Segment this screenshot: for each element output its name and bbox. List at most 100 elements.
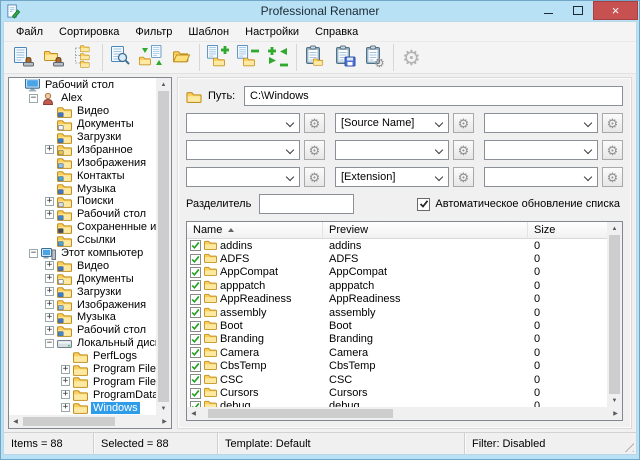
row-checkbox[interactable]: [190, 361, 201, 372]
menu-item-4[interactable]: Шаблон: [180, 23, 237, 41]
refresh-list-button[interactable]: [136, 44, 166, 72]
row-checkbox[interactable]: [190, 334, 201, 345]
menu-item-3[interactable]: Фильтр: [127, 23, 180, 41]
tree-item[interactable]: Контакты: [9, 169, 156, 182]
table-row[interactable]: CameraCamera0: [187, 346, 607, 359]
table-row[interactable]: AppCompatAppCompat0: [187, 266, 607, 279]
rule-settings-button[interactable]: ⚙: [453, 140, 474, 160]
tree-item[interactable]: +Поиски: [9, 195, 156, 208]
tree-hscroll-thumb[interactable]: [23, 417, 115, 426]
tree-item[interactable]: Музыка: [9, 182, 156, 195]
remove-items-button[interactable]: [233, 44, 263, 72]
auto-update-checkbox[interactable]: Автоматическое обновление списка: [417, 198, 620, 211]
row-checkbox[interactable]: [190, 321, 201, 332]
table-row[interactable]: CSCCSC0: [187, 373, 607, 386]
tree-vscroll-thumb[interactable]: [158, 91, 169, 402]
tree-item[interactable]: −Этот компьютер: [9, 247, 156, 260]
tree-item[interactable]: +Program Files (x86): [9, 375, 156, 388]
expand-plus-icon[interactable]: +: [45, 197, 54, 206]
rule-settings-button[interactable]: ⚙: [304, 167, 325, 187]
tree-item[interactable]: +Рабочий стол: [9, 324, 156, 337]
row-checkbox[interactable]: [190, 307, 201, 318]
rule-settings-button[interactable]: ⚙: [602, 140, 623, 160]
collapse-minus-icon[interactable]: −: [45, 339, 54, 348]
row-checkbox[interactable]: [190, 347, 201, 358]
settings-button[interactable]: ⚙: [397, 44, 427, 72]
tree-item[interactable]: +Изображения: [9, 298, 156, 311]
rule-combo[interactable]: [335, 140, 449, 160]
list-horizontal-scrollbar[interactable]: ◀ ▶: [187, 407, 622, 420]
tree-item[interactable]: +Избранное: [9, 143, 156, 156]
rule-combo[interactable]: [484, 167, 598, 187]
preview-document-button[interactable]: [106, 44, 136, 72]
list-settings-button[interactable]: ⚙: [360, 44, 390, 72]
menu-item-1[interactable]: Файл: [8, 23, 51, 41]
save-list-button[interactable]: [330, 44, 360, 72]
expand-plus-icon[interactable]: +: [61, 390, 70, 399]
list-vscroll-thumb[interactable]: [609, 235, 620, 394]
expand-plus-icon[interactable]: +: [45, 326, 54, 335]
tree-item[interactable]: Изображения: [9, 156, 156, 169]
tree-item[interactable]: Ссылки: [9, 234, 156, 247]
list-hscroll-thumb[interactable]: [208, 409, 393, 418]
rule-settings-button[interactable]: ⚙: [453, 113, 474, 133]
tree-item[interactable]: +Рабочий стол: [9, 208, 156, 221]
tree-item[interactable]: +Загрузки: [9, 285, 156, 298]
scroll-right-icon[interactable]: ▶: [609, 407, 622, 420]
expand-plus-icon[interactable]: +: [45, 287, 54, 296]
list-vertical-scrollbar[interactable]: ▲ ▼: [607, 222, 622, 407]
process-subfolders-button[interactable]: [69, 44, 99, 72]
scroll-left-icon[interactable]: ◀: [9, 415, 22, 428]
table-row[interactable]: ADFSADFS0: [187, 252, 607, 265]
expand-plus-icon[interactable]: +: [45, 313, 54, 322]
column-header-preview[interactable]: Preview: [323, 222, 528, 238]
paste-list-button[interactable]: [300, 44, 330, 72]
table-row[interactable]: BrandingBranding0: [187, 333, 607, 346]
expand-plus-icon[interactable]: +: [45, 300, 54, 309]
tree-item[interactable]: Сохраненные игры: [9, 221, 156, 234]
tree-item[interactable]: Загрузки: [9, 131, 156, 144]
table-row[interactable]: CursorsCursors0: [187, 386, 607, 399]
table-row[interactable]: assemblyassembly0: [187, 306, 607, 319]
column-header-size[interactable]: Size: [528, 222, 607, 238]
expand-plus-icon[interactable]: +: [61, 403, 70, 412]
scroll-left-icon[interactable]: ◀: [187, 407, 200, 420]
tree-vertical-scrollbar[interactable]: ▲ ▼: [156, 78, 171, 415]
open-folder-button[interactable]: [166, 44, 196, 72]
table-row[interactable]: debugdebug0: [187, 400, 607, 407]
menu-item-2[interactable]: Сортировка: [51, 23, 127, 41]
rename-folders-button[interactable]: [39, 44, 69, 72]
row-checkbox[interactable]: [190, 267, 201, 278]
rule-settings-button[interactable]: ⚙: [304, 113, 325, 133]
table-row[interactable]: apppatchapppatch0: [187, 279, 607, 292]
tree-item[interactable]: +Видео: [9, 259, 156, 272]
expand-plus-icon[interactable]: +: [45, 145, 54, 154]
table-row[interactable]: CbsTempCbsTemp0: [187, 360, 607, 373]
minimize-button[interactable]: [533, 1, 563, 20]
row-checkbox[interactable]: [190, 254, 201, 265]
rule-settings-button[interactable]: ⚙: [602, 167, 623, 187]
tree-item[interactable]: −Локальный диск (C:): [9, 337, 156, 350]
close-button[interactable]: ×: [593, 1, 638, 20]
tree-item[interactable]: Видео: [9, 105, 156, 118]
tree-horizontal-scrollbar[interactable]: ◀ ▶: [9, 415, 171, 428]
tree-item[interactable]: +Музыка: [9, 311, 156, 324]
table-row[interactable]: BootBoot0: [187, 319, 607, 332]
table-row[interactable]: addinsaddins0: [187, 239, 607, 252]
row-checkbox[interactable]: [190, 240, 201, 251]
tree-item[interactable]: +Документы: [9, 272, 156, 285]
rule-combo[interactable]: [484, 140, 598, 160]
menu-item-5[interactable]: Настройки: [237, 23, 307, 41]
rule-combo[interactable]: [186, 113, 300, 133]
column-header-name[interactable]: Name: [187, 222, 323, 238]
scroll-right-icon[interactable]: ▶: [158, 415, 171, 428]
row-checkbox[interactable]: [190, 374, 201, 385]
rule-combo[interactable]: [186, 140, 300, 160]
tree-item[interactable]: +Windows: [9, 401, 156, 414]
collapse-minus-icon[interactable]: −: [29, 249, 38, 258]
scroll-up-icon[interactable]: ▲: [607, 222, 622, 235]
rule-settings-button[interactable]: ⚙: [304, 140, 325, 160]
tree-item[interactable]: Документы: [9, 118, 156, 131]
add-remove-all-button[interactable]: [263, 44, 293, 72]
scroll-down-icon[interactable]: ▼: [156, 402, 171, 415]
